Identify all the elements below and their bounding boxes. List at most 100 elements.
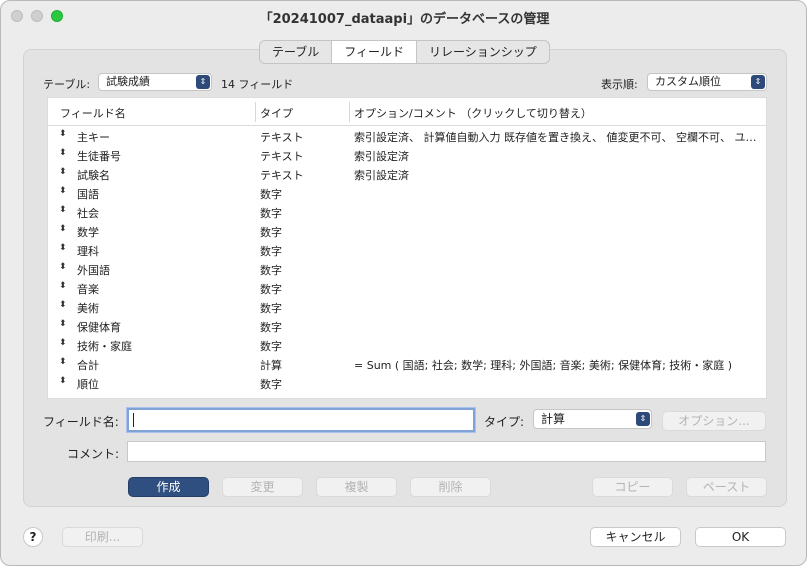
field-name-input[interactable] [127, 408, 475, 432]
drag-handle-icon[interactable]: ⬍ [59, 300, 67, 310]
field-type-cell: 数字 [260, 226, 282, 239]
field-type-cell: 数字 [260, 321, 282, 334]
updown-chevron-icon: ⇕ [196, 75, 210, 89]
field-name-cell: 国語 [77, 188, 99, 201]
field-name-cell: 順位 [77, 378, 99, 391]
drag-handle-icon[interactable]: ⬍ [59, 129, 67, 139]
field-type-cell: テキスト [260, 131, 304, 144]
paste-button[interactable]: ペースト [686, 477, 767, 497]
field-name-cell: 音楽 [77, 283, 99, 296]
table-label: テーブル: [43, 78, 91, 91]
header-field-name[interactable]: フィールド名 [60, 105, 126, 121]
updown-chevron-icon: ⇕ [636, 412, 650, 426]
table-row[interactable]: ⬍ 音楽 数字 [48, 278, 766, 297]
field-type-cell: 数字 [260, 378, 282, 391]
drag-handle-icon[interactable]: ⬍ [59, 167, 67, 177]
table-row[interactable]: ⬍ 外国語 数字 [48, 259, 766, 278]
help-button[interactable]: ? [23, 527, 43, 547]
tab-fields[interactable]: フィールド [332, 41, 418, 63]
table-select-value: 試験成績 [106, 75, 150, 88]
drag-handle-icon[interactable]: ⬍ [59, 224, 67, 234]
text-caret [133, 413, 134, 427]
print-button[interactable]: 印刷... [62, 527, 143, 547]
table-select[interactable]: 試験成績 ⇕ [98, 73, 212, 91]
field-options-cell[interactable]: 索引設定済、 計算値自動入力 既存値を置き換え、 値変更不可、 空欄不可、 ユニ… [354, 129, 762, 145]
field-type-cell: 数字 [260, 340, 282, 353]
comment-input[interactable] [127, 441, 766, 462]
drag-handle-icon[interactable]: ⬍ [59, 357, 67, 367]
table-header: フィールド名 タイプ オプション/コメント （クリックして切り替え） [48, 98, 766, 126]
field-name-cell: 合計 [77, 359, 99, 372]
type-label: タイプ: [484, 415, 525, 429]
field-name-cell: 試験名 [77, 169, 110, 182]
window-title: 「20241007_dataapi」のデータベースの管理 [259, 12, 550, 27]
header-options[interactable]: オプション/コメント （クリックして切り替え） [354, 105, 592, 121]
table-row[interactable]: ⬍ 合計 計算 = Sum ( 国語; 社会; 数学; 理科; 外国語; 音楽; 美術… [48, 354, 766, 373]
field-type-cell: 数字 [260, 207, 282, 220]
table-row[interactable]: ⬍ 理科 数字 [48, 240, 766, 259]
field-name-cell: 技術・家庭 [77, 340, 132, 353]
drag-handle-icon[interactable]: ⬍ [59, 319, 67, 329]
header-type[interactable]: タイプ [260, 105, 293, 121]
column-divider[interactable] [255, 102, 256, 122]
table-row[interactable]: ⬍ 国語 数字 [48, 183, 766, 202]
table-row[interactable]: ⬍ 保健体育 数字 [48, 316, 766, 335]
field-name-cell: 生徒番号 [77, 150, 121, 163]
manage-database-window: 「20241007_dataapi」のデータベースの管理 テーブル フィールド … [0, 0, 807, 566]
tab-relationships[interactable]: リレーションシップ [417, 41, 549, 63]
table-row[interactable]: ⬍ 生徒番号 テキスト 索引設定済 [48, 145, 766, 164]
field-type-cell: 数字 [260, 188, 282, 201]
sort-order-select[interactable]: カスタム順位 ⇕ [647, 73, 767, 91]
updown-chevron-icon: ⇕ [751, 75, 765, 89]
field-type-cell: テキスト [260, 169, 304, 182]
delete-button[interactable]: 削除 [410, 477, 491, 497]
fields-table: フィールド名 タイプ オプション/コメント （クリックして切り替え） ⬍ 主キーテ… [47, 97, 767, 399]
comment-label: コメント: [67, 447, 120, 461]
field-type-cell: 数字 [260, 283, 282, 296]
field-options-cell[interactable]: = Sum ( 国語; 社会; 数学; 理科; 外国語; 音楽; 美術; 保健体… [354, 357, 762, 373]
change-button[interactable]: 変更 [222, 477, 303, 497]
table-row[interactable]: ⬍ 主キー テキスト 索引設定済、 計算値自動入力 既存値を置き換え、 値変更不可、 … [48, 126, 766, 145]
sort-order-value: カスタム順位 [655, 75, 721, 88]
table-row[interactable]: ⬍ 社会 数字 [48, 202, 766, 221]
ok-button[interactable]: OK [695, 527, 786, 547]
title-bar: 「20241007_dataapi」のデータベースの管理 [1, 1, 806, 31]
field-options-cell[interactable]: 索引設定済 [354, 148, 762, 164]
type-select[interactable]: 計算 ⇕ [533, 409, 652, 429]
tab-bar: テーブル フィールド リレーションシップ [259, 40, 550, 64]
drag-handle-icon[interactable]: ⬍ [59, 262, 67, 272]
table-row[interactable]: ⬍ 数学 数字 [48, 221, 766, 240]
field-name-cell: 外国語 [77, 264, 110, 277]
field-options-cell[interactable]: 索引設定済 [354, 167, 762, 183]
drag-handle-icon[interactable]: ⬍ [59, 205, 67, 215]
options-button[interactable]: オプション... [662, 411, 766, 431]
field-name-label: フィールド名: [43, 415, 119, 429]
create-button[interactable]: 作成 [128, 477, 209, 497]
type-select-value: 計算 [541, 412, 566, 426]
table-row[interactable]: ⬍ 試験名 テキスト 索引設定済 [48, 164, 766, 183]
field-type-cell: 計算 [260, 359, 282, 372]
column-divider[interactable] [349, 102, 350, 122]
field-type-cell: 数字 [260, 264, 282, 277]
field-name-cell: 美術 [77, 302, 99, 315]
table-row[interactable]: ⬍ 技術・家庭 数字 [48, 335, 766, 354]
field-name-cell: 数学 [77, 226, 99, 239]
field-name-cell: 社会 [77, 207, 99, 220]
tab-tables[interactable]: テーブル [260, 41, 333, 63]
drag-handle-icon[interactable]: ⬍ [59, 338, 67, 348]
table-row[interactable]: ⬍ 順位 数字 [48, 373, 766, 392]
field-count: 14 フィールド [221, 78, 294, 91]
drag-handle-icon[interactable]: ⬍ [59, 376, 67, 386]
duplicate-button[interactable]: 複製 [316, 477, 397, 497]
field-name-cell: 保健体育 [77, 321, 121, 334]
field-name-cell: 主キー [77, 131, 110, 144]
drag-handle-icon[interactable]: ⬍ [59, 186, 67, 196]
field-type-cell: 数字 [260, 245, 282, 258]
drag-handle-icon[interactable]: ⬍ [59, 243, 67, 253]
field-name-cell: 理科 [77, 245, 99, 258]
cancel-button[interactable]: キャンセル [590, 527, 681, 547]
table-row[interactable]: ⬍ 美術 数字 [48, 297, 766, 316]
copy-button[interactable]: コピー [592, 477, 673, 497]
drag-handle-icon[interactable]: ⬍ [59, 281, 67, 291]
drag-handle-icon[interactable]: ⬍ [59, 148, 67, 158]
